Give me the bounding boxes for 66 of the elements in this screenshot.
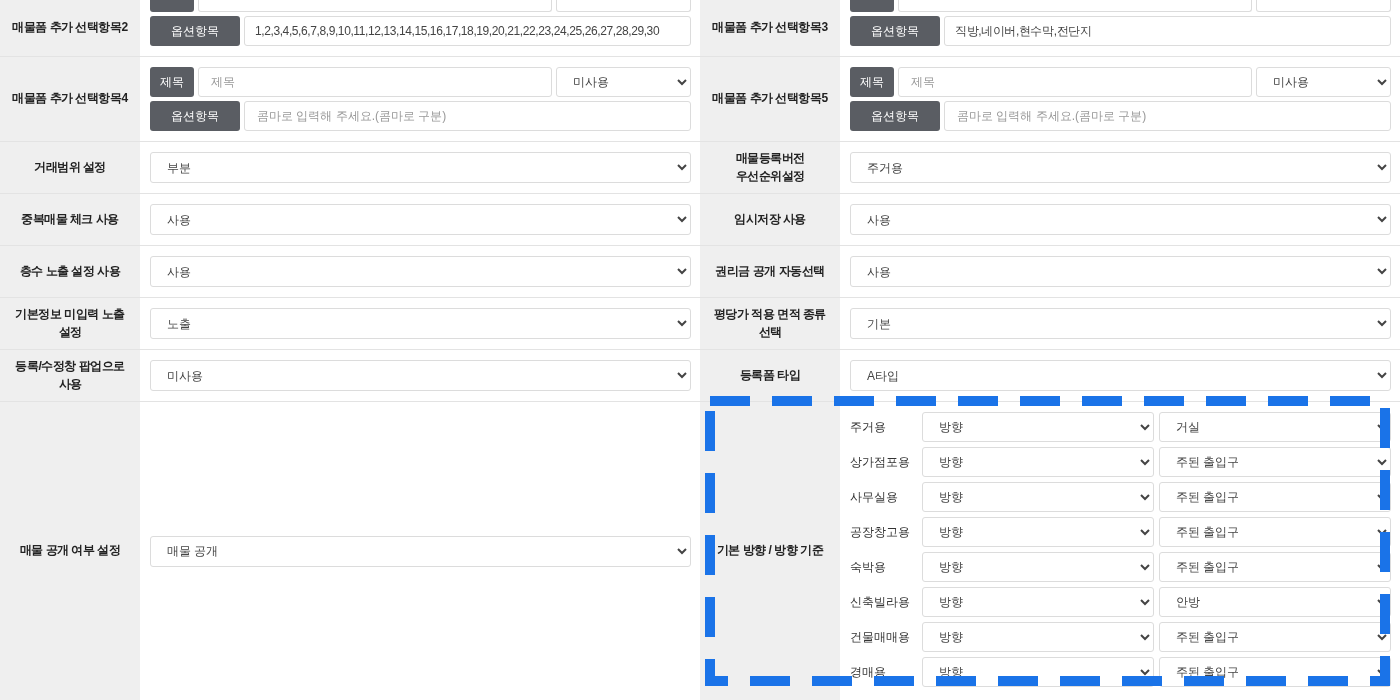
options-field[interactable]: 콤마로 입력해 주세요.(콤마로 구분) bbox=[244, 101, 691, 131]
row-label: 매물폼 추가 선택항목3 bbox=[712, 19, 828, 37]
row-label: 매물폼 추가 선택항목5 bbox=[712, 90, 828, 108]
usage-type-label: 숙박용 bbox=[850, 558, 887, 576]
direction-select[interactable]: 방향 bbox=[922, 447, 1154, 477]
row-label: 평당가 적용 면적 종류 선택 bbox=[713, 306, 827, 341]
usage-type-label: 신축빌라용 bbox=[850, 593, 911, 611]
basis-select[interactable]: 거실 bbox=[1159, 412, 1391, 442]
usage-type-label: 상가점포용 bbox=[850, 453, 911, 471]
direction-select[interactable]: 방향 bbox=[922, 622, 1154, 652]
basis-select[interactable]: 주된 출입구 bbox=[1159, 622, 1391, 652]
usage-select[interactable] bbox=[556, 0, 691, 12]
setting-select[interactable]: 사용 bbox=[150, 256, 691, 287]
usage-type-label: 건물매매용 bbox=[850, 628, 911, 646]
usage-select[interactable] bbox=[1256, 0, 1391, 12]
setting-select[interactable]: 기본 bbox=[850, 308, 1391, 339]
row-label: 권리금 공개 자동선택 bbox=[715, 262, 825, 280]
setting-select[interactable]: 주거용 bbox=[850, 152, 1391, 183]
usage-type-label: 공장창고용 bbox=[850, 523, 911, 541]
usage-type-label: 사무실용 bbox=[850, 488, 899, 506]
setting-select[interactable]: 사용 bbox=[850, 204, 1391, 235]
basis-select[interactable]: 주된 출입구 bbox=[1159, 552, 1391, 582]
row-label: 등록/수정창 팝업으로 사용 bbox=[14, 358, 126, 393]
setting-select[interactable]: A타입 bbox=[850, 360, 1391, 391]
row-label: 기본 방향 / 방향 기준 bbox=[716, 542, 824, 560]
options-field[interactable]: 콤마로 입력해 주세요.(콤마로 구분) bbox=[944, 101, 1391, 131]
basis-select[interactable]: 안방 bbox=[1159, 587, 1391, 617]
setting-select[interactable]: 사용 bbox=[850, 256, 1391, 287]
row-label: 기본정보 미입력 노출 설정 bbox=[14, 306, 126, 341]
title-field[interactable] bbox=[198, 0, 552, 12]
title-field[interactable]: 제목 bbox=[898, 67, 1252, 97]
options-tag: 옵션항목 bbox=[850, 16, 940, 46]
row-label: 거래범위 설정 bbox=[34, 158, 106, 176]
usage-select[interactable]: 미사용 bbox=[556, 67, 691, 97]
usage-type-label: 주거용 bbox=[850, 418, 887, 436]
basis-select[interactable]: 주된 출입구 bbox=[1159, 517, 1391, 547]
row-label: 등록폼 타입 bbox=[739, 366, 801, 384]
setting-select[interactable]: 부분 bbox=[150, 152, 691, 183]
title-tag: 제목 bbox=[850, 67, 894, 97]
setting-select[interactable]: 미사용 bbox=[150, 360, 691, 391]
setting-select[interactable]: 노출 bbox=[150, 308, 691, 339]
basis-select[interactable]: 주된 출입구 bbox=[1159, 482, 1391, 512]
usage-select[interactable]: 미사용 bbox=[1256, 67, 1391, 97]
options-field[interactable]: 1,2,3,4,5,6,7,8,9,10,11,12,13,14,15,16,17,18,19,20,21,22,23,24,25,26,27,28,29,30 bbox=[244, 16, 691, 46]
row-label: 매물등록버전 우선순위설정 bbox=[735, 150, 805, 185]
direction-select[interactable]: 방향 bbox=[922, 482, 1154, 512]
title-field[interactable] bbox=[898, 0, 1252, 12]
direction-select[interactable]: 방향 bbox=[922, 552, 1154, 582]
setting-select[interactable]: 사용 bbox=[150, 204, 691, 235]
row-label: 임시저장 사용 bbox=[734, 210, 806, 228]
row-label: 매물폼 추가 선택항목4 bbox=[12, 90, 128, 108]
options-field[interactable]: 직방,네이버,현수막,전단지 bbox=[944, 16, 1391, 46]
direction-select[interactable]: 방향 bbox=[922, 517, 1154, 547]
direction-select[interactable]: 방향 bbox=[922, 587, 1154, 617]
row-label: 층수 노출 설정 사용 bbox=[19, 262, 121, 280]
row-label: 중복매물 체크 사용 bbox=[21, 210, 119, 228]
options-tag: 옵션항목 bbox=[850, 101, 940, 131]
row-label: 매물 공개 여부 설정 bbox=[19, 542, 121, 560]
row-label: 매물폼 추가 선택항목2 bbox=[12, 19, 128, 37]
direction-select[interactable]: 방향 bbox=[922, 412, 1154, 442]
basis-select[interactable]: 주된 출입구 bbox=[1159, 447, 1391, 477]
setting-select[interactable]: 매물 공개 bbox=[150, 535, 691, 567]
title-tag: 제목 bbox=[150, 67, 194, 97]
title-field[interactable]: 제목 bbox=[198, 67, 552, 97]
options-tag: 옵션항목 bbox=[150, 16, 240, 46]
options-tag: 옵션항목 bbox=[150, 101, 240, 131]
